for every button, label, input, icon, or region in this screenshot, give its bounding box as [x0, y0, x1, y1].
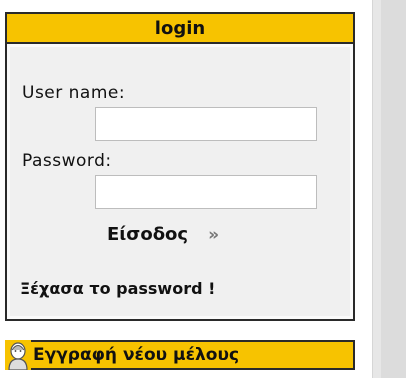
register-label: Εγγραφή νέου μέλους: [33, 345, 240, 365]
password-label: Password:: [22, 151, 112, 171]
login-header: login: [7, 14, 353, 44]
password-input[interactable]: [95, 175, 317, 209]
forgot-password-link[interactable]: Ξέχασα το password !: [20, 279, 215, 298]
login-title: login: [154, 17, 206, 39]
page: login User name: Password: Είσοδος » Ξέχ…: [0, 0, 406, 378]
username-label: User name:: [22, 83, 126, 103]
login-box: login User name: Password: Είσοδος » Ξέχ…: [5, 12, 355, 321]
username-input[interactable]: [95, 107, 317, 141]
login-submit-label: Είσοδος: [107, 224, 189, 245]
register-button[interactable]: Εγγραφή νέου μέλους: [5, 340, 355, 370]
user-head-icon: [5, 340, 31, 370]
double-chevron-right-icon: »: [208, 224, 219, 245]
login-submit-button[interactable]: Είσοδος »: [107, 224, 219, 245]
side-panel-strip: [381, 0, 406, 378]
side-panel: [372, 0, 406, 378]
login-body: User name: Password: Είσοδος » Ξέχασα το…: [7, 44, 353, 319]
